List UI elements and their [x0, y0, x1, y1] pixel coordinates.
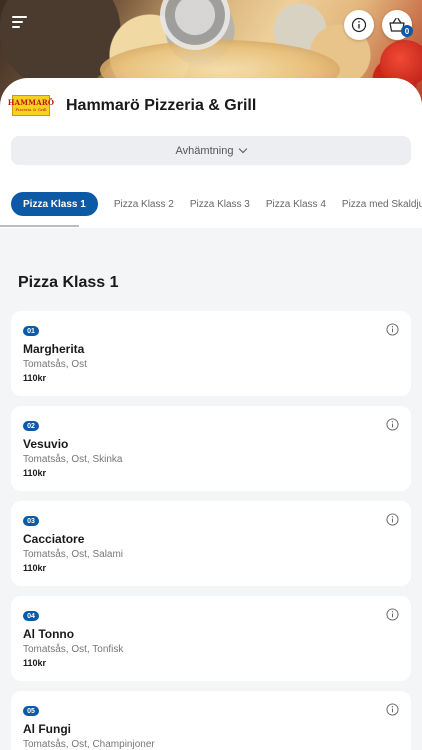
- info-icon[interactable]: [386, 703, 399, 716]
- item-name: Cacciatore: [23, 532, 85, 546]
- tab-pizza-med-skaldjur[interactable]: Pizza med Skaldjur: [342, 199, 422, 210]
- info-icon: [351, 17, 367, 33]
- pickup-mode-select[interactable]: Avhämtning: [11, 136, 411, 165]
- item-price: 110kr: [23, 373, 47, 383]
- item-description: Tomatsås, Ost, Skinka: [23, 454, 123, 465]
- item-name: Vesuvio: [23, 437, 69, 451]
- item-name: Margherita: [23, 342, 85, 356]
- tab-pizza-klass-2[interactable]: Pizza Klass 2: [114, 199, 174, 210]
- item-description: Tomatsås, Ost, Salami: [23, 549, 124, 560]
- item-price: 110kr: [23, 468, 47, 478]
- item-price: 110kr: [23, 658, 47, 668]
- item-description: Tomatsås, Ost, Tonfisk: [23, 644, 124, 655]
- logo-text-sub: Pizzeria & Grill: [15, 107, 47, 112]
- logo-text-main: HAMMARÖ: [7, 98, 55, 107]
- tab-pizza-klass-4[interactable]: Pizza Klass 4: [266, 199, 326, 210]
- item-number-badge: 03: [23, 516, 39, 526]
- item-name: Al Tonno: [23, 627, 75, 641]
- item-price: 110kr: [23, 563, 47, 573]
- shop-header-card: HAMMARÖ Pizzeria & Grill Hammarö Pizzeri…: [0, 78, 422, 228]
- cart-count-badge: 0: [401, 25, 413, 37]
- menu-item-list: 01 Margherita Tomatsås, Ost 110kr 02 Ves…: [11, 311, 411, 750]
- tab-pizza-klass-3[interactable]: Pizza Klass 3: [190, 199, 250, 210]
- section-title: Pizza Klass 1: [18, 274, 119, 291]
- info-icon[interactable]: [386, 513, 399, 526]
- item-number-badge: 02: [23, 421, 39, 431]
- cart-button[interactable]: 0: [382, 10, 413, 40]
- menu-item[interactable]: 03 Cacciatore Tomatsås, Ost, Salami 110k…: [11, 501, 411, 586]
- menu-item[interactable]: 01 Margherita Tomatsås, Ost 110kr: [11, 311, 411, 396]
- tabs-scroll-indicator: [0, 225, 79, 227]
- item-name: Al Fungi: [23, 722, 71, 736]
- info-button[interactable]: [344, 10, 374, 40]
- menu-item[interactable]: 02 Vesuvio Tomatsås, Ost, Skinka 110kr: [11, 406, 411, 491]
- info-icon[interactable]: [386, 608, 399, 621]
- item-description: Tomatsås, Ost: [23, 359, 87, 370]
- menu-item[interactable]: 04 Al Tonno Tomatsås, Ost, Tonfisk 110kr: [11, 596, 411, 681]
- menu-icon[interactable]: [12, 16, 28, 30]
- info-icon[interactable]: [386, 323, 399, 336]
- item-description: Tomatsås, Ost, Champinjoner: [23, 739, 155, 750]
- item-number-badge: 05: [23, 706, 39, 716]
- item-number-badge: 04: [23, 611, 39, 621]
- pickup-mode-label: Avhämtning: [175, 144, 234, 157]
- shop-logo: HAMMARÖ Pizzeria & Grill: [8, 95, 54, 116]
- menu-item[interactable]: 05 Al Fungi Tomatsås, Ost, Champinjoner: [11, 691, 411, 750]
- shop-name: Hammarö Pizzeria & Grill: [66, 97, 257, 114]
- info-icon[interactable]: [386, 418, 399, 431]
- item-number-badge: 01: [23, 326, 39, 336]
- category-tabs: Pizza Klass 1 Pizza Klass 2 Pizza Klass …: [11, 192, 422, 216]
- chevron-down-icon: [239, 144, 248, 154]
- tab-pizza-klass-1[interactable]: Pizza Klass 1: [11, 192, 98, 216]
